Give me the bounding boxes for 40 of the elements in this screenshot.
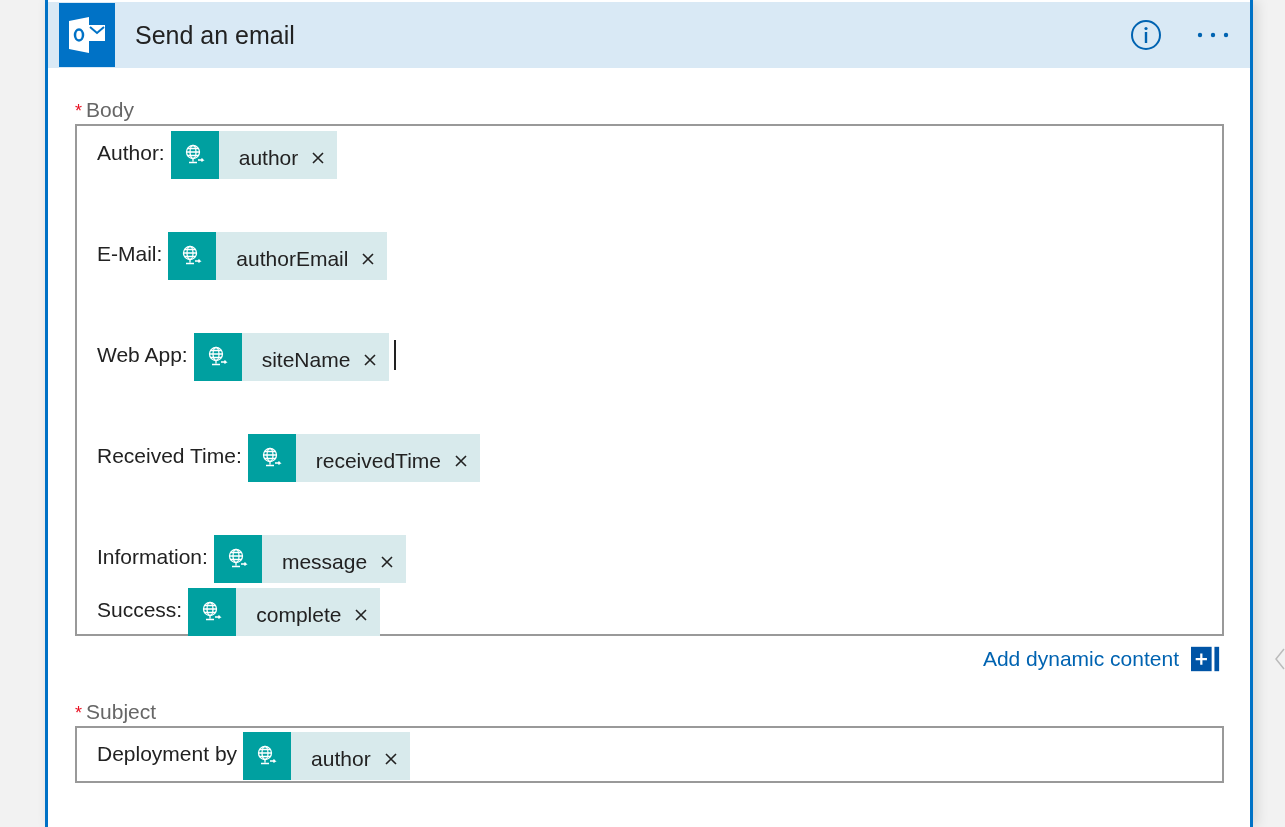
remove-icon[interactable] (355, 609, 368, 621)
dynamic-token[interactable]: author (170, 131, 338, 179)
info-icon[interactable] (1130, 19, 1162, 51)
subject-field[interactable]: Deployment by author (75, 726, 1224, 783)
line-label: Received Time: (97, 444, 242, 468)
add-dynamic-content-link[interactable]: Add dynamic content (982, 647, 1179, 671)
dynamic-token[interactable]: message (213, 535, 407, 583)
dynamic-token[interactable]: author (243, 732, 410, 780)
line-label: E-Mail: (97, 242, 163, 266)
remove-icon[interactable] (384, 753, 397, 765)
dynamic-token[interactable]: complete (188, 588, 381, 636)
globe-icon (213, 535, 262, 583)
mail-logo-icon (59, 3, 115, 67)
line-label: Web App: (97, 343, 188, 367)
remove-icon[interactable] (362, 253, 375, 265)
remove-icon[interactable] (381, 556, 394, 568)
plus-icon[interactable] (1191, 646, 1221, 672)
body-field[interactable]: Author: author E-Mail: authorEmail Web App: siteName Received Time: receivedTime Information: message Success: complete (75, 124, 1224, 636)
field-label: Body (86, 98, 134, 122)
line-label: Author: (97, 141, 165, 165)
globe-icon (168, 232, 217, 280)
remove-icon[interactable] (312, 152, 325, 164)
dynamic-token[interactable]: receivedTime (247, 434, 480, 482)
required-mark: * (75, 101, 82, 122)
dynamic-token[interactable]: siteName (193, 333, 390, 381)
globe-icon (193, 333, 242, 381)
card-title: Send an email (135, 20, 296, 50)
line-label: Success: (97, 598, 183, 622)
more-options-icon[interactable] (1196, 31, 1230, 39)
globe-icon (247, 434, 296, 482)
line-label: Information: (97, 545, 208, 569)
remove-icon[interactable] (455, 455, 467, 467)
globe-icon (243, 732, 292, 780)
field-label: Subject (86, 700, 157, 724)
required-mark: * (75, 703, 82, 724)
remove-icon[interactable] (364, 354, 377, 366)
globe-icon (188, 588, 237, 636)
subject-text: Deployment by (97, 742, 238, 766)
dynamic-token[interactable]: authorEmail (168, 232, 388, 280)
globe-icon (170, 131, 219, 179)
